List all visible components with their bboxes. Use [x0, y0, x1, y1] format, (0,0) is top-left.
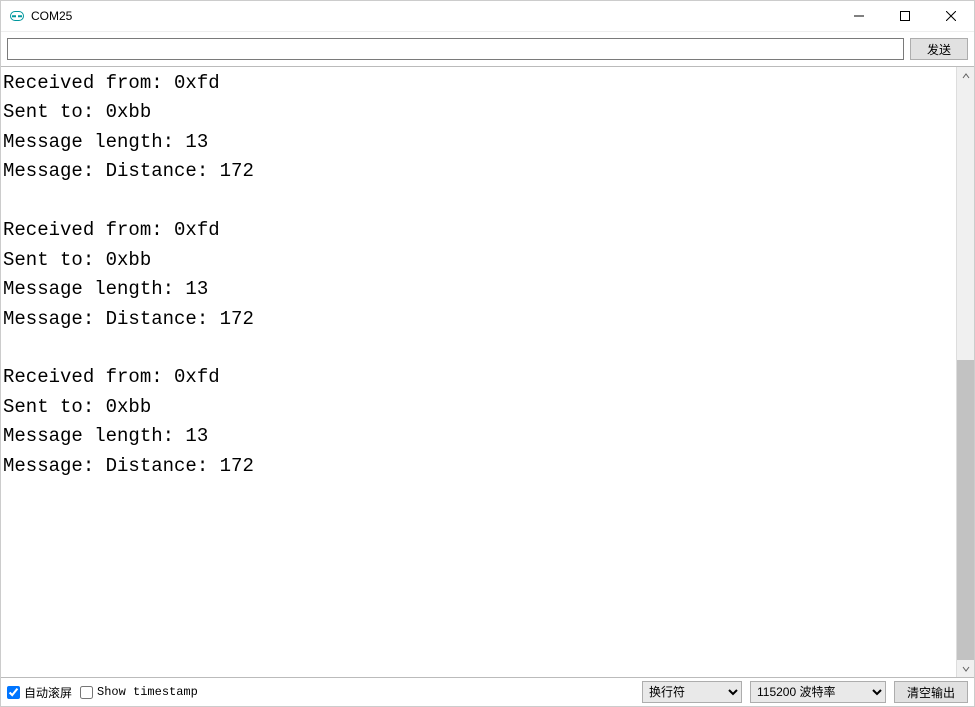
arduino-app-icon — [9, 8, 25, 24]
vertical-scrollbar[interactable] — [956, 67, 974, 677]
console-output: Received from: 0xfd Sent to: 0xbb Messag… — [1, 67, 956, 677]
autoscroll-label: 自动滚屏 — [24, 684, 72, 701]
scroll-track[interactable] — [957, 84, 974, 660]
clear-output-button[interactable]: 清空输出 — [894, 681, 968, 703]
line-ending-select[interactable]: 换行符 — [642, 681, 742, 703]
baud-rate-select[interactable]: 115200 波特率 — [750, 681, 886, 703]
autoscroll-checkbox[interactable] — [7, 686, 20, 699]
window-title: COM25 — [31, 9, 72, 23]
autoscroll-checkbox-wrap[interactable]: 自动滚屏 — [7, 684, 72, 701]
console-area: Received from: 0xfd Sent to: 0xbb Messag… — [1, 66, 974, 678]
timestamp-checkbox-wrap[interactable]: Show timestamp — [80, 685, 198, 699]
minimize-button[interactable] — [836, 1, 882, 31]
send-button[interactable]: 发送 — [910, 38, 968, 60]
send-input[interactable] — [7, 38, 904, 60]
titlebar[interactable]: COM25 — [1, 1, 974, 32]
window-controls — [836, 1, 974, 31]
send-row: 发送 — [1, 32, 974, 66]
timestamp-checkbox[interactable] — [80, 686, 93, 699]
timestamp-label: Show timestamp — [97, 685, 198, 699]
scroll-up-arrow[interactable] — [957, 67, 974, 84]
scroll-down-arrow[interactable] — [957, 660, 974, 677]
close-button[interactable] — [928, 1, 974, 31]
maximize-button[interactable] — [882, 1, 928, 31]
scroll-thumb[interactable] — [957, 360, 974, 660]
bottom-bar: 自动滚屏 Show timestamp 换行符 115200 波特率 清空输出 — [1, 678, 974, 706]
serial-monitor-window: COM25 发送 Received from: 0xfd Sent to: 0x… — [0, 0, 975, 707]
